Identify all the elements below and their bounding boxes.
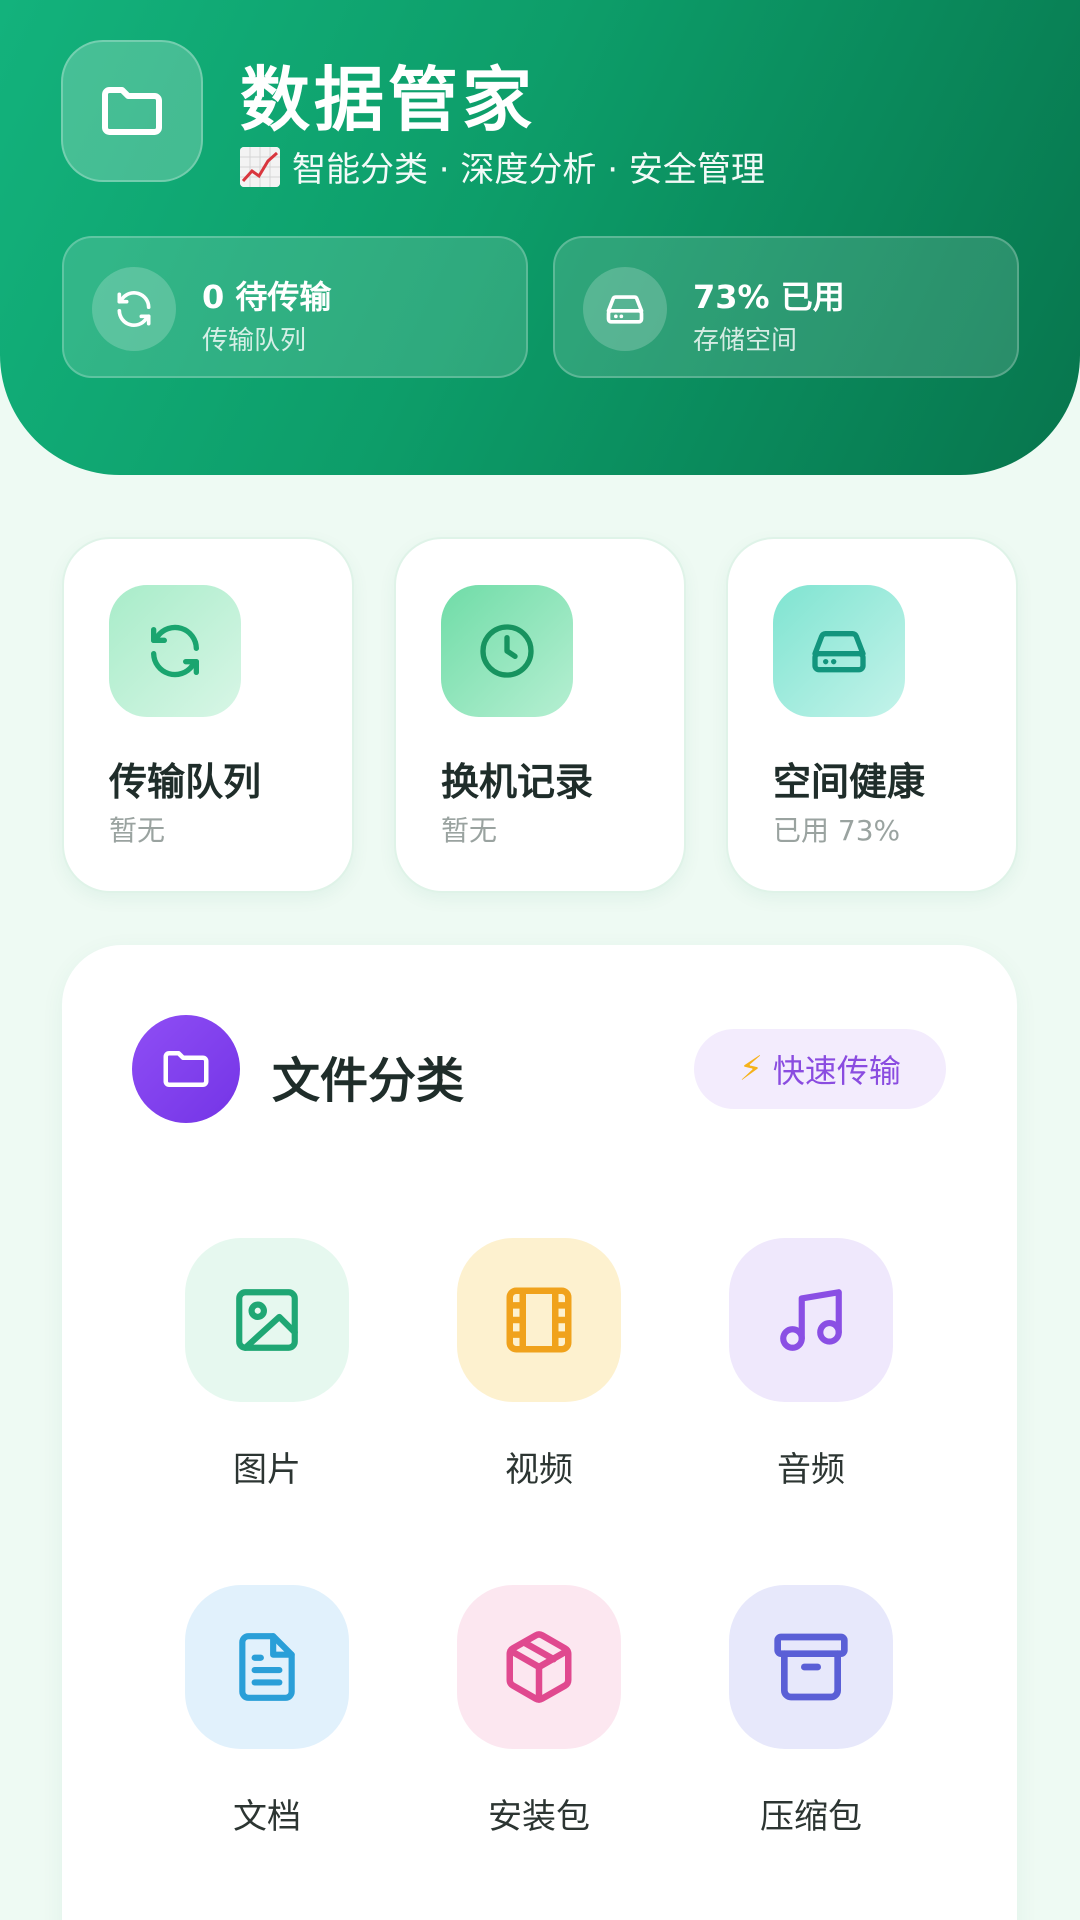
quick-card-subtitle: 暂无 (109, 814, 166, 847)
app-screen: 数据管家 智能分类 · 深度分析 · 安全管理 0 待传输 传输队列 73% 已… (0, 0, 1080, 1920)
hard-drive-icon (812, 631, 866, 673)
header-banner: 数据管家 智能分类 · 深度分析 · 安全管理 0 待传输 传输队列 73% 已… (0, 0, 1080, 475)
category-icon-wrap (185, 1238, 349, 1402)
category-icon-wrap (457, 1238, 621, 1402)
hard-drive-icon (606, 295, 644, 324)
stat-card-storage[interactable]: 73% 已用 存储空间 (553, 236, 1019, 378)
folder-icon (163, 1051, 209, 1087)
category-videos[interactable]: 视频 (454, 1238, 624, 1491)
category-label: 文档 (233, 1797, 301, 1837)
app-title: 数据管家 (240, 59, 536, 141)
quick-card-title: 空间健康 (773, 760, 926, 804)
clock-icon (480, 624, 534, 678)
music-icon (780, 1289, 842, 1351)
category-documents[interactable]: 文档 (182, 1585, 352, 1838)
sync-icon (117, 291, 151, 327)
quick-card-transfer-queue[interactable]: 传输队列 暂无 (62, 537, 354, 893)
q-icon-wrap (773, 585, 905, 717)
stat-value: 0 待传输 (202, 278, 332, 316)
category-audio[interactable]: 音频 (726, 1238, 896, 1491)
image-icon (236, 1289, 298, 1351)
archive-box-icon (774, 1633, 848, 1701)
quick-card-title: 换机记录 (441, 760, 594, 804)
category-label: 视频 (505, 1450, 573, 1490)
category-packages[interactable]: 安装包 (454, 1585, 624, 1838)
stat-label: 传输队列 (202, 326, 307, 356)
category-icon-wrap (457, 1585, 621, 1749)
film-icon (506, 1287, 572, 1353)
app-subtitle: 智能分类 · 深度分析 · 安全管理 (240, 142, 765, 191)
quick-card-title: 传输队列 (109, 760, 262, 804)
stat-icon-wrap (583, 267, 667, 351)
q-icon-wrap (441, 585, 573, 717)
sync-icon (151, 624, 199, 678)
quick-card-space-health[interactable]: 空间健康 已用 73% (726, 537, 1018, 893)
chart-increasing-icon (240, 146, 280, 187)
folder-icon (102, 87, 162, 135)
quick-transfer-button[interactable]: ⚡ 快速传输 (694, 1029, 946, 1109)
panel-icon-wrap (132, 1015, 240, 1123)
quick-card-subtitle: 已用 73% (773, 814, 901, 847)
category-label: 压缩包 (760, 1797, 862, 1837)
stat-label: 存储空间 (693, 326, 798, 356)
stat-value: 73% 已用 (693, 278, 845, 316)
package-icon (506, 1631, 572, 1703)
quick-transfer-label: 快速传输 (772, 1052, 901, 1090)
category-icon-wrap (729, 1238, 893, 1402)
category-icon-wrap (729, 1585, 893, 1749)
quick-card-subtitle: 暂无 (441, 814, 498, 847)
category-label: 安装包 (488, 1797, 590, 1837)
stat-icon-wrap (92, 267, 176, 351)
quick-card-migration-history[interactable]: 换机记录 暂无 (394, 537, 686, 893)
document-icon (239, 1633, 295, 1701)
category-icon-wrap (185, 1585, 349, 1749)
category-label: 音频 (777, 1450, 845, 1490)
category-label: 图片 (233, 1450, 301, 1490)
stat-card-transfer[interactable]: 0 待传输 传输队列 (62, 236, 528, 378)
category-images[interactable]: 图片 (182, 1238, 352, 1491)
subtitle-text: 智能分类 · 深度分析 · 安全管理 (292, 150, 765, 190)
category-archives[interactable]: 压缩包 (726, 1585, 896, 1838)
lightning-icon: ⚡ (739, 1049, 763, 1089)
app-logo (61, 40, 203, 182)
q-icon-wrap (109, 585, 241, 717)
file-category-panel: 文件分类 ⚡ 快速传输 图片 视频 音频 文档 安装包 压缩包 (62, 945, 1017, 1920)
panel-title: 文件分类 (272, 1053, 465, 1109)
